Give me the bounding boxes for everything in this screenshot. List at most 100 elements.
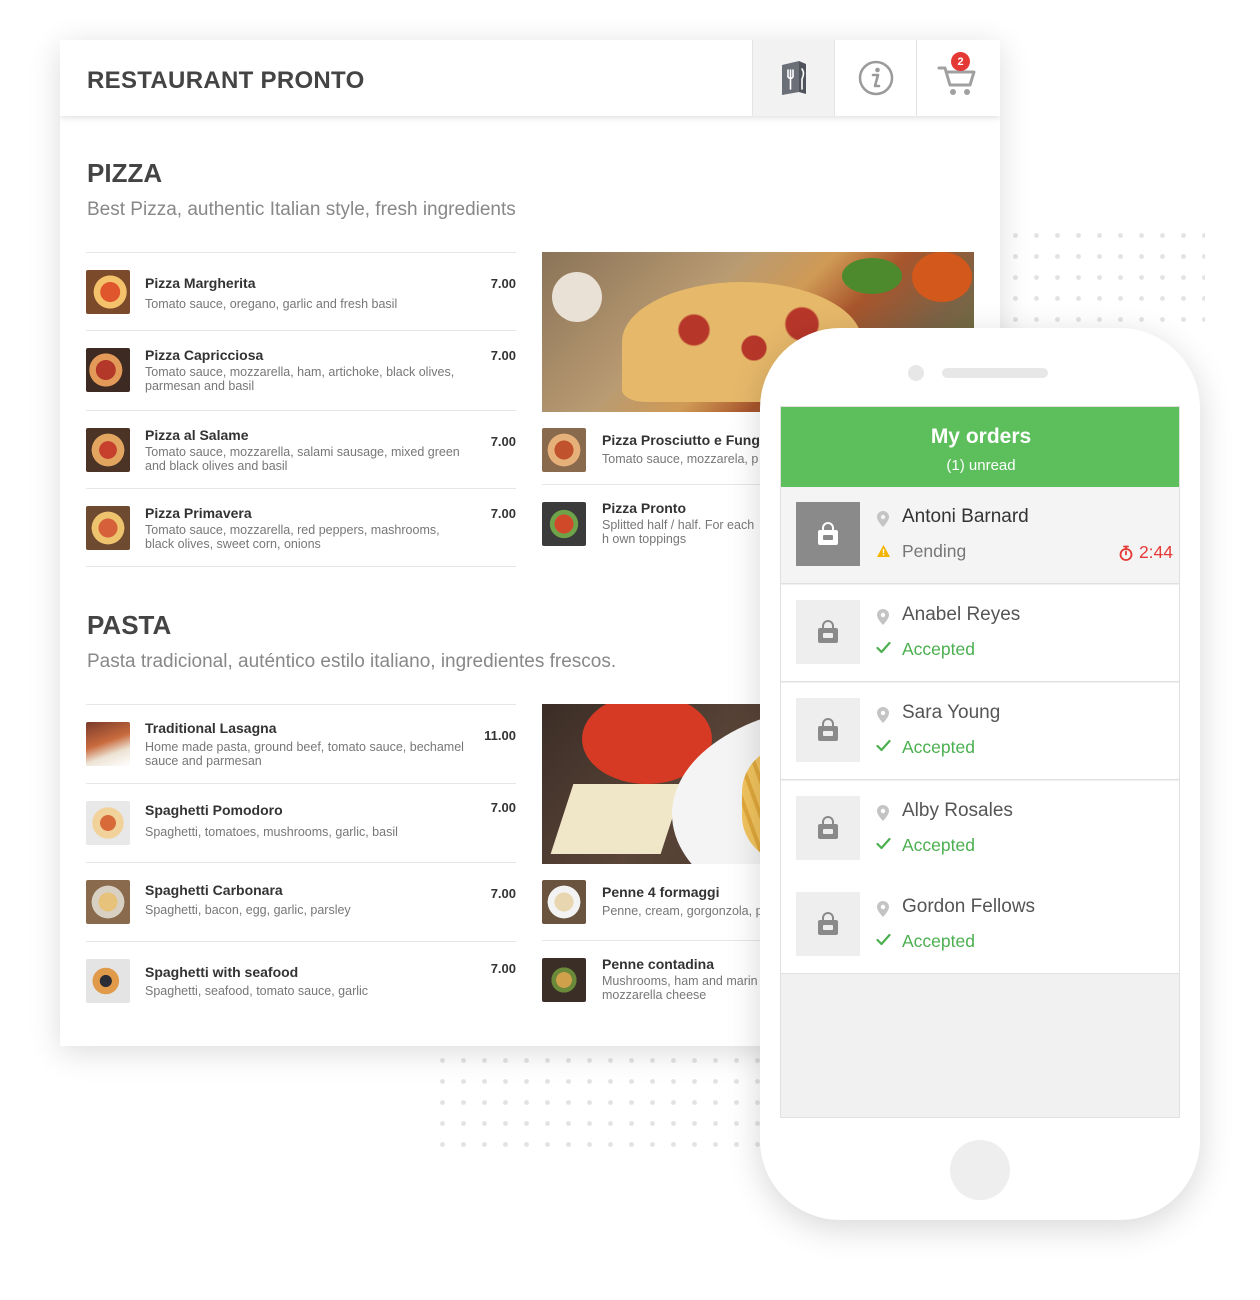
item-description: Tomato sauce, oregano, garlic and fresh …	[145, 297, 398, 311]
customer-name: Alby Rosales	[902, 800, 1013, 821]
item-name: Traditional Lasagna	[145, 720, 277, 736]
item-photo	[542, 502, 586, 546]
orders-screen: My orders (1) unread Antoni Barnard Pend…	[780, 406, 1180, 1118]
orders-title: My orders	[930, 425, 1032, 448]
order-thumb	[796, 796, 860, 860]
section-title-pasta: PASTA	[87, 610, 172, 640]
order-row[interactable]: Anabel Reyes Accepted	[781, 585, 1179, 682]
shopping-bag-icon	[818, 522, 838, 545]
item-photo	[86, 959, 130, 1003]
item-name: Spaghetti Carbonara	[145, 882, 283, 898]
order-row[interactable]: Gordon Fellows Accepted	[781, 877, 1179, 974]
location-pin-icon	[877, 805, 889, 821]
section-subtitle-pizza: Best Pizza, authentic Italian style, fre…	[87, 199, 516, 220]
menu-item[interactable]: Pizza Margherita Tomato sauce, oregano, …	[86, 252, 516, 330]
info-icon	[858, 60, 893, 96]
item-price: 7.00	[490, 800, 516, 815]
order-timer: 2:44	[1119, 542, 1173, 563]
phone-camera	[908, 365, 924, 381]
cart-button[interactable]: 2	[916, 40, 998, 116]
menu-item[interactable]: Spaghetti with seafood Spaghetti, seafoo…	[86, 941, 516, 1019]
item-name: Penne contadina	[602, 956, 715, 972]
order-status: Accepted	[902, 737, 975, 757]
phone-home-button[interactable]	[950, 1140, 1010, 1200]
customer-name: Antoni Barnard	[902, 506, 1029, 527]
section-title-pizza: PIZZA	[87, 158, 163, 188]
customer-name: Gordon Fellows	[902, 896, 1036, 917]
order-thumb	[796, 502, 860, 566]
menu-item[interactable]: Pizza al Salame Tomato sauce, mozzarella…	[86, 410, 516, 488]
item-name: Penne 4 formaggi	[602, 884, 720, 900]
stage: RESTAURANT PRONTO 2 PIZZA Best Pizza, au…	[0, 0, 1260, 1300]
item-description: Spaghetti, seafood, tomato sauce, garlic	[145, 984, 369, 998]
item-photo	[86, 722, 130, 766]
item-description: Spaghetti, tomatoes, mushrooms, garlic, …	[145, 825, 398, 839]
menu-button[interactable]	[752, 40, 834, 116]
info-button[interactable]	[834, 40, 916, 116]
order-status: Accepted	[902, 639, 975, 659]
section-subtitle-pasta: Pasta tradicional, auténtico estilo ital…	[87, 651, 617, 672]
basil-shape	[842, 258, 902, 294]
item-price: 7.00	[490, 506, 516, 521]
customer-name: Anabel Reyes	[902, 604, 1021, 625]
shopping-bag-icon	[818, 816, 838, 839]
item-name: Pizza Capricciosa	[145, 347, 264, 363]
location-pin-icon	[877, 707, 889, 723]
orders-header: My orders (1) unread	[781, 407, 1179, 487]
check-icon	[876, 739, 891, 752]
item-price: 7.00	[490, 961, 516, 976]
item-photo	[86, 270, 130, 314]
item-description: Spaghetti, bacon, egg, garlic, parsley	[145, 903, 351, 917]
item-description: Tomato sauce, mozzarella, ham, artichoke…	[145, 365, 455, 393]
shopping-bag-icon	[818, 912, 838, 935]
item-description: Mushrooms, ham and marin mozzarella chee…	[602, 974, 758, 1002]
item-description: Home made pasta, ground beef, tomato sau…	[145, 740, 464, 768]
menu-item[interactable]: Pizza Capricciosa Tomato sauce, mozzarel…	[86, 330, 516, 410]
menu-item[interactable]: Pizza Primavera Tomato sauce, mozzarella…	[86, 488, 516, 567]
pasta-item-list: Traditional Lasagna Home made pasta, gro…	[86, 704, 516, 1019]
phone-speaker	[942, 368, 1048, 378]
order-status: Pending	[902, 541, 967, 561]
restaurant-name: RESTAURANT PRONTO	[87, 67, 365, 94]
phone-mockup: My orders (1) unread Antoni Barnard Pend…	[760, 328, 1200, 1220]
item-photo	[86, 506, 130, 550]
menu-item[interactable]: Spaghetti Pomodoro Spaghetti, tomatoes, …	[86, 783, 516, 862]
item-price: 11.00	[484, 728, 516, 743]
location-pin-icon	[877, 901, 889, 917]
check-icon	[876, 641, 891, 654]
pizza-item-list: Pizza Margherita Tomato sauce, oregano, …	[86, 252, 516, 567]
item-price: 7.00	[490, 434, 516, 449]
item-photo	[542, 958, 586, 1002]
dot-pattern	[1005, 225, 1205, 325]
stopwatch-icon	[1119, 545, 1133, 561]
tomato-shape	[912, 252, 972, 302]
location-pin-icon	[877, 609, 889, 625]
check-icon	[876, 837, 891, 850]
item-name: Pizza Pronto	[602, 500, 687, 516]
item-description: Tomato sauce, mozzarella, red peppers, m…	[145, 523, 440, 551]
item-photo	[86, 348, 130, 392]
orders-unread-count: (1) unread	[946, 457, 1016, 474]
order-row[interactable]: Antoni Barnard Pending 2:44	[781, 487, 1179, 584]
item-name: Pizza Prosciutto e Fung	[602, 432, 760, 448]
item-photo	[86, 880, 130, 924]
order-thumb	[796, 892, 860, 956]
order-row[interactable]: Sara Young Accepted	[781, 683, 1179, 780]
item-photo	[542, 880, 586, 924]
item-name: Spaghetti Pomodoro	[145, 802, 283, 818]
dot-pattern	[432, 1050, 772, 1150]
menu-item[interactable]: Spaghetti Carbonara Spaghetti, bacon, eg…	[86, 862, 516, 941]
menu-item[interactable]: Traditional Lasagna Home made pasta, gro…	[86, 704, 516, 783]
item-photo	[86, 428, 130, 472]
menu-book-icon	[781, 61, 806, 95]
location-pin-icon	[877, 511, 889, 527]
timer-value: 2:44	[1138, 542, 1173, 562]
top-bar: RESTAURANT PRONTO 2	[60, 40, 1000, 116]
check-icon	[876, 933, 891, 946]
shopping-bag-icon	[818, 620, 838, 643]
order-row[interactable]: Alby Rosales Accepted	[781, 781, 1179, 878]
order-thumb	[796, 600, 860, 664]
order-status: Accepted	[902, 835, 975, 855]
order-status: Accepted	[902, 931, 975, 951]
item-photo	[542, 428, 586, 472]
